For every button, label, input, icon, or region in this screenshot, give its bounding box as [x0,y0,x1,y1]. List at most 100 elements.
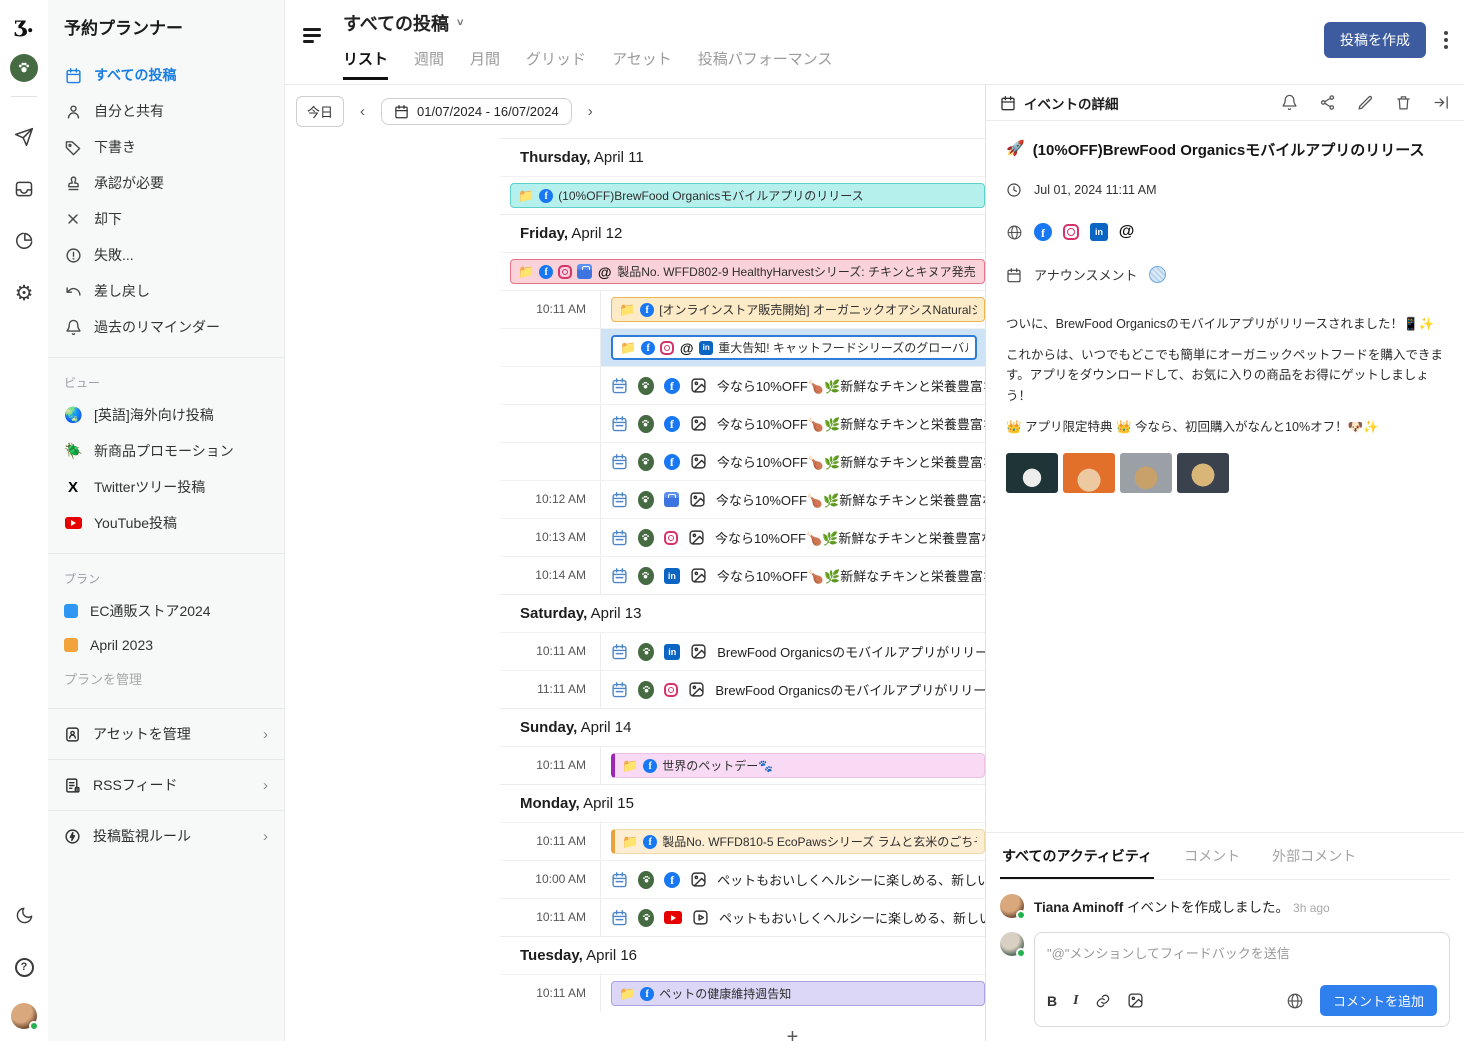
view-item-english-overseas[interactable]: 🌏 [英語]海外向け投稿 [48,397,284,433]
folder-icon: 📁 [518,264,534,280]
delete-trash-icon[interactable] [1395,94,1412,111]
post-banner[interactable]: 📁 製品No. WFFD802-9 HealthyHarvestシリーズ: チキ… [510,259,985,284]
post-row-selected[interactable]: 📁 重大告知! キャットフードシリーズのグローバル販売開始 [500,328,985,366]
tab-all-activity[interactable]: すべてのアクティビティ [1000,833,1154,879]
edit-pencil-icon[interactable] [1357,94,1374,111]
today-button[interactable]: 今日 [296,96,344,127]
image-icon[interactable] [1127,992,1144,1009]
tab-post-performance[interactable]: 投稿パフォーマンス [698,48,833,80]
rss-feed-row[interactable]: RSSフィード › [48,759,284,810]
row-time [500,443,600,480]
plan-item-april-2023[interactable]: April 2023 [48,629,284,661]
activity-action: イベントを作成しました。 [1127,900,1289,915]
calendar-icon [611,681,628,698]
post-monitoring-rules-row[interactable]: 投稿監視ルール › [48,810,284,861]
publish-icon[interactable] [8,121,40,153]
collapse-panel-icon[interactable] [1433,94,1450,111]
date-range-button[interactable]: 01/07/2024 - 16/07/2024 [381,98,572,125]
post-row[interactable]: 10:11 AM ペットもおいしくヘルシーに楽しめる、新しいミル [500,898,985,936]
post-row[interactable]: 10:13 AM 今なら10%OFF🍗🌿新鮮なチキンと栄養豊富なケー [500,518,985,556]
plan-item-ec-store-2024[interactable]: EC通販ストア2024 [48,593,284,629]
tab-list[interactable]: リスト [343,48,388,80]
row-time: 10:11 AM [500,747,600,784]
share-icon[interactable] [1319,94,1336,111]
dog-photo-1[interactable] [1006,453,1058,493]
post-banner[interactable]: 📁 世界のペットデー🐾 [611,753,985,778]
post-row[interactable]: 10:11 AM 📁 製品No. WFFD810-5 EcoPawsシリーズ ラ… [500,822,985,860]
view-item-new-product-promo[interactable]: 🪲 新商品プロモーション [48,433,284,469]
create-post-button[interactable]: 投稿を作成 [1324,22,1426,58]
sidebar-item-past-reminders[interactable]: 過去のリマインダー [48,309,284,345]
tab-assets[interactable]: アセット [612,48,672,80]
globe-icon[interactable] [1286,992,1304,1010]
workspace-avatar [638,415,654,433]
view-item-youtube-posts[interactable]: YouTube投稿 [48,505,284,541]
instagram-icon [1063,224,1079,240]
workspace-avatar[interactable] [10,54,38,82]
post-row[interactable]: 11:11 AM BrewFood Organicsのモバイルアプリがリリースさ [500,670,985,708]
page-title[interactable]: すべての投稿 ˅ [343,10,832,36]
link-icon[interactable] [1095,993,1111,1009]
kebab-menu-icon[interactable] [1444,31,1448,49]
tab-month[interactable]: 月間 [470,48,500,80]
post-row[interactable]: 10:00 AM ペットもおいしくヘルシーに楽しめる、新しいミル [500,860,985,898]
tab-external-comments[interactable]: 外部コメント [1270,833,1358,879]
post-row[interactable]: 今なら10%OFF🍗🌿新鮮なチキンと栄養豊富なケー [500,404,985,442]
manage-assets-row[interactable]: アセットを管理 › [48,708,284,759]
sidebar-item-drafts[interactable]: 下書き [48,129,284,165]
sidebar-item-all-posts[interactable]: すべての投稿 [48,57,284,93]
dog-photo-2[interactable] [1063,453,1115,493]
sidebar-item-shared-with-me[interactable]: 自分と共有 [48,93,284,129]
tab-comments[interactable]: コメント [1182,833,1242,879]
post-row[interactable]: 今なら10%OFF🍗🌿新鮮なチキンと栄養豊富なケー [500,366,985,404]
post-banner[interactable]: 📁 (10%OFF)BrewFood Organicsモバイルアプリのリリース [510,183,985,208]
chevron-left-icon[interactable]: ‹ [354,103,371,120]
user-avatar[interactable] [11,1003,37,1029]
selected-post-banner[interactable]: 📁 重大告知! キャットフードシリーズのグローバル販売開始 [611,335,977,360]
dog-photo-3[interactable] [1120,453,1172,493]
views-section: ビュー 🌏 [英語]海外向け投稿 🪲 新商品プロモーション X Twitterツ… [48,357,284,541]
post-row[interactable]: 10:12 AM 今なら10%OFF🍗🌿新鮮なチキンと栄養豊富なケー [500,480,985,518]
post-row[interactable]: 10:11 AM 📁 ペットの健康維持週告知 [500,974,985,1012]
tab-grid[interactable]: グリッド [526,48,586,80]
help-icon[interactable]: ? [8,951,40,983]
post-row[interactable]: 📁 (10%OFF)BrewFood Organicsモバイルアプリのリリース [500,176,985,214]
chevron-right-icon[interactable]: › [582,103,599,120]
add-comment-button[interactable]: コメントを追加 [1320,985,1437,1016]
inbox-icon[interactable] [8,173,40,205]
workspace-avatar [638,681,654,699]
collapse-sidebar-icon[interactable] [303,28,321,46]
chevron-right-icon: › [263,726,268,743]
sidebar-item-rejected[interactable]: 却下 [48,201,284,237]
post-banner[interactable]: 📁 製品No. WFFD810-5 EcoPawsシリーズ ラムと玄米のごちそう… [611,829,985,854]
bold-icon[interactable]: B [1047,993,1057,1009]
sidebar-bottom: アセットを管理 › RSSフィード › 投稿監視ルール › [48,708,284,1041]
youtube-icon [64,517,82,529]
post-row[interactable]: 📁 製品No. WFFD802-9 HealthyHarvestシリーズ: チキ… [500,252,985,290]
sidebar-item-failed[interactable]: 失敗... [48,237,284,273]
post-banner[interactable]: 📁 ペットの健康維持週告知 [611,981,985,1006]
comment-input[interactable] [1047,946,1437,961]
tab-week[interactable]: 週間 [414,48,444,80]
sidebar-item-needs-approval[interactable]: 承認が必要 [48,165,284,201]
post-row[interactable]: 10:11 AM BrewFood Organicsのモバイルアプリがリリースさ [500,632,985,670]
post-row[interactable]: 今なら10%OFF🍗🌿新鮮なチキンと栄養豊富なケー [500,442,985,480]
post-row[interactable]: 10:11 AM 📁 世界のペットデー🐾 [500,746,985,784]
settings-gear-icon[interactable]: ⚙ [8,277,40,309]
sidebar-item-returned[interactable]: 差し戻し [48,273,284,309]
manage-plans-link[interactable]: プランを管理 [48,661,284,696]
italic-icon[interactable]: I [1073,993,1078,1009]
dog-photo-4[interactable] [1177,453,1229,493]
list-area: 今日 ‹ 01/07/2024 - 16/07/2024 › Thursday,… [285,85,985,1041]
calendar-icon [611,415,628,432]
notification-bell-icon[interactable] [1281,94,1298,111]
view-item-twitter-thread[interactable]: X Twitterツリー投稿 [48,469,284,505]
add-post-button[interactable]: + [500,1012,985,1041]
post-banner[interactable]: 📁 [オンラインストア販売開始] オーガニックオアシスNaturalシリーズ [611,297,985,322]
post-row[interactable]: 10:11 AM 📁 [オンラインストア販売開始] オーガニックオアシスNatu… [500,290,985,328]
analytics-icon[interactable] [8,225,40,257]
dark-mode-moon-icon[interactable] [8,899,40,931]
post-title: ペットもおいしくヘルシーに楽しめる、新しいミル [717,870,985,889]
category-color-dot[interactable] [1149,266,1166,283]
post-row[interactable]: 10:14 AM 今なら10%OFF🍗🌿新鮮なチキンと栄養豊富なケー [500,556,985,594]
